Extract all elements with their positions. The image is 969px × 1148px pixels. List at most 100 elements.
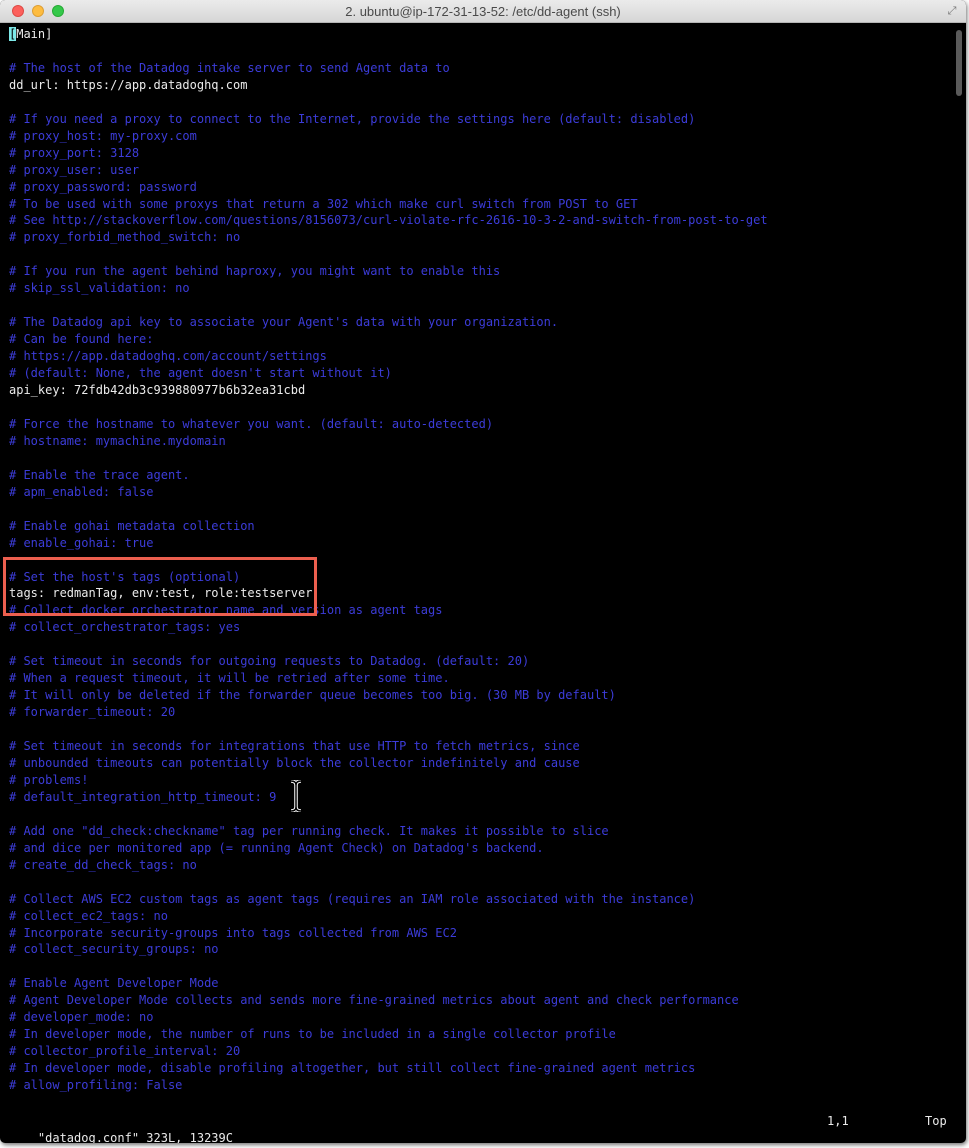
comment-text: # Set timeout in seconds for integration…	[9, 739, 580, 754]
comment-text: # proxy_forbid_method_switch: no	[9, 230, 241, 245]
code-line: # skip_ssl_validation: no	[9, 280, 954, 297]
code-line: # Enable gohai metadata collection	[9, 518, 954, 535]
comment-text: # It will only be deleted if the forward…	[9, 688, 616, 703]
code-line: # Agent Developer Mode collects and send…	[9, 992, 954, 1009]
code-line: # Enable Agent Developer Mode	[9, 975, 954, 992]
comment-text: # proxy_password: password	[9, 179, 197, 194]
code-line: # (default: None, the agent doesn't star…	[9, 365, 954, 382]
code-line: # Add one "dd_check:checkname" tag per r…	[9, 823, 954, 840]
comment-text: # When a request timeout, it will be ret…	[9, 671, 450, 686]
code-line: # In developer mode, the number of runs …	[9, 1026, 954, 1043]
file-info: "datadog.conf" 323L, 13239C	[37, 1131, 233, 1143]
comment-text: # allow_profiling: False	[9, 1078, 183, 1093]
code-line: # allow_profiling: False	[9, 1077, 954, 1094]
code-line: # To be used with some proxys that retur…	[9, 196, 954, 213]
comment-text: # Set the host's tags (optional)	[9, 569, 241, 584]
comment-text: # forwarder_timeout: 20	[9, 705, 176, 720]
code-line: # default_integration_http_timeout: 9	[9, 789, 954, 806]
comment-text: # proxy_port: 3128	[9, 145, 140, 160]
code-line: # collect_security_groups: no	[9, 941, 954, 958]
comment-text: # If you run the agent behind haproxy, y…	[9, 264, 501, 279]
code-line: # proxy_port: 3128	[9, 145, 954, 162]
code-line: # Force the hostname to whatever you wan…	[9, 416, 954, 433]
code-line: tags: redmanTag, env:test, role:testserv…	[9, 585, 954, 602]
code-line: # In developer mode, disable profiling a…	[9, 1060, 954, 1077]
code-line: # forwarder_timeout: 20	[9, 704, 954, 721]
comment-text: # hostname: mymachine.mydomain	[9, 433, 226, 448]
code-line: # Collect docker orchestrator name and v…	[9, 602, 954, 619]
code-line: # Set the host's tags (optional)	[9, 569, 954, 586]
code-text: dd_url: https://app.datadoghq.com	[9, 77, 248, 92]
comment-text: # proxy_user: user	[9, 162, 140, 177]
code-line: # If you run the agent behind haproxy, y…	[9, 263, 954, 280]
code-line: api_key: 72fdb42db3c939880977b6b32ea31cb…	[9, 382, 954, 399]
window-title: 2. ubuntu@ip-172-31-13-52: /etc/dd-agent…	[345, 4, 621, 19]
resize-arrows-icon[interactable]: ⤢	[946, 5, 958, 17]
code-line: # When a request timeout, it will be ret…	[9, 670, 954, 687]
comment-text: # Collect docker orchestrator name and v…	[9, 603, 443, 618]
comment-text: # default_integration_http_timeout: 9	[9, 789, 277, 804]
code-line: # proxy_user: user	[9, 162, 954, 179]
code-line: dd_url: https://app.datadoghq.com	[9, 77, 954, 94]
code-line: # Set timeout in seconds for outgoing re…	[9, 653, 954, 670]
code-text: tags: redmanTag, env:test, role:testserv…	[9, 586, 313, 601]
comment-text: # Add one "dd_check:checkname" tag per r…	[9, 823, 609, 838]
cursor-position: 1,1	[827, 1114, 849, 1128]
ibeam-cursor-icon	[290, 780, 302, 812]
code-line: # Set timeout in seconds for integration…	[9, 738, 954, 755]
comment-text: # Incorporate security-groups into tags …	[9, 925, 457, 940]
code-line: # The host of the Datadog intake server …	[9, 60, 954, 77]
comment-text: # If you need a proxy to connect to the …	[9, 111, 696, 126]
code-line: # The Datadog api key to associate your …	[9, 314, 954, 331]
code-line: # and dice per monitored app (= running …	[9, 840, 954, 857]
code-line: # See http://stackoverflow.com/questions…	[9, 212, 954, 229]
scroll-position: Top	[925, 1114, 947, 1128]
code-line: # Incorporate security-groups into tags …	[9, 925, 954, 942]
comment-text: # collect_ec2_tags: no	[9, 908, 168, 923]
comment-text: # https://app.datadoghq.com/account/sett…	[9, 349, 327, 364]
comment-text: # See http://stackoverflow.com/questions…	[9, 213, 768, 228]
comment-text: # Can be found here:	[9, 332, 154, 347]
comment-text: # The host of the Datadog intake server …	[9, 60, 450, 75]
comment-text: # The Datadog api key to associate your …	[9, 315, 559, 330]
code-line: # unbounded timeouts can potentially blo…	[9, 755, 954, 772]
comment-text: # enable_gohai: true	[9, 535, 154, 550]
comment-text: # apm_enabled: false	[9, 484, 154, 499]
code-line: # proxy_password: password	[9, 179, 954, 196]
title-bar[interactable]: 2. ubuntu@ip-172-31-13-52: /etc/dd-agent…	[0, 0, 966, 23]
code-line: # problems!	[9, 772, 954, 789]
code-line: # proxy_forbid_method_switch: no	[9, 229, 954, 246]
code-line: # create_dd_check_tags: no	[9, 857, 954, 874]
comment-text: # (default: None, the agent doesn't star…	[9, 366, 392, 381]
code-line: # hostname: mymachine.mydomain	[9, 433, 954, 450]
comment-text: # problems!	[9, 772, 89, 787]
comment-text: # developer_mode: no	[9, 1010, 154, 1025]
code-line: # proxy_host: my-proxy.com	[9, 128, 954, 145]
code-line: # https://app.datadoghq.com/account/sett…	[9, 348, 954, 365]
comment-text: # Enable Agent Developer Mode	[9, 976, 219, 991]
comment-text: # collector_profile_interval: 20	[9, 1044, 241, 1059]
vim-status-line: "datadog.conf" 323L, 13239C 1,1 Top	[9, 1113, 966, 1143]
scrollbar-thumb[interactable]	[956, 30, 962, 96]
comment-text: # unbounded timeouts can potentially blo…	[9, 755, 580, 770]
comment-text: # Agent Developer Mode collects and send…	[9, 993, 739, 1008]
code-line: # collect_orchestrator_tags: yes	[9, 619, 954, 636]
code-line: # Enable the trace agent.	[9, 467, 954, 484]
terminal-text-area[interactable]: [Main] # The host of the Datadog intake s…	[9, 26, 954, 1116]
comment-text: # and dice per monitored app (= running …	[9, 840, 544, 855]
code-line: [Main]	[9, 26, 954, 43]
code-line: # Collect AWS EC2 custom tags as agent t…	[9, 891, 954, 908]
scrollbar[interactable]	[955, 26, 963, 1141]
code-text: Main]	[16, 27, 53, 41]
